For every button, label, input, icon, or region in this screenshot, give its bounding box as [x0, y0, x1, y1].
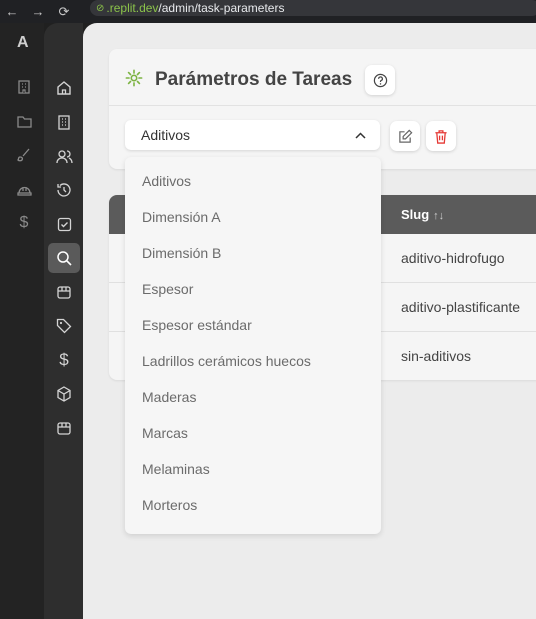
reload-icon[interactable]: ⟳: [55, 4, 73, 20]
browser-toolbar: ← → ⟳ ⊘ .replit.dev /admin/task-paramete…: [0, 0, 536, 23]
edit-icon: [398, 129, 412, 143]
column-header-slug[interactable]: Slug ↑↓: [401, 207, 444, 222]
back-icon[interactable]: ←: [3, 4, 21, 19]
app-logo: A: [17, 34, 29, 51]
history-icon[interactable]: [48, 175, 80, 205]
users-icon[interactable]: [48, 141, 80, 171]
link-icon: ⊘: [96, 2, 105, 14]
help-button[interactable]: [365, 65, 396, 95]
dropdown-option[interactable]: Dimensión A: [142, 209, 221, 225]
slug-cell: aditivo-plastificante: [401, 299, 521, 315]
building-icon[interactable]: [16, 79, 32, 95]
inner-sidebar: $: [44, 23, 83, 619]
search-icon[interactable]: [48, 243, 80, 273]
dropdown-option[interactable]: Morteros: [142, 497, 197, 513]
dropdown-option[interactable]: Espesor: [142, 281, 193, 297]
package-icon[interactable]: [48, 379, 80, 409]
checkbox-icon[interactable]: [48, 209, 80, 239]
dropdown-option[interactable]: Ladrillos cerámicos huecos: [142, 353, 311, 369]
main-content: Parámetros de Tareas Aditivos Slug ↑↓ adi…: [83, 23, 536, 619]
brush-icon[interactable]: [16, 147, 32, 163]
trash-icon: [435, 129, 447, 144]
chevron-up-icon: [355, 131, 366, 139]
folder-icon[interactable]: [16, 113, 32, 129]
select-value: Aditivos: [141, 127, 191, 143]
page-title: Parámetros de Tareas: [155, 69, 353, 90]
store-icon[interactable]: [48, 413, 80, 443]
home-icon[interactable]: [48, 73, 80, 103]
slug-cell: sin-aditivos: [401, 348, 472, 364]
sort-icon[interactable]: ↑↓: [433, 210, 444, 222]
edit-button[interactable]: [390, 121, 420, 151]
tag-icon[interactable]: [48, 311, 80, 341]
dropdown-option[interactable]: Espesor estándar: [142, 317, 252, 333]
forward-icon[interactable]: →: [29, 4, 47, 19]
delete-button[interactable]: [426, 121, 456, 151]
building-icon[interactable]: [48, 107, 80, 137]
outer-sidebar: A $: [0, 23, 44, 619]
parameter-dropdown: Aditivos Dimensión A Dimensión B Espesor…: [125, 157, 381, 534]
parameters-card: Parámetros de Tareas Aditivos: [109, 49, 536, 169]
dropdown-option[interactable]: Melaminas: [142, 461, 210, 477]
dollar-icon[interactable]: $: [16, 214, 32, 231]
dropdown-option[interactable]: Maderas: [142, 389, 196, 405]
dropdown-option[interactable]: Marcas: [142, 425, 188, 441]
dropdown-option[interactable]: Aditivos: [142, 173, 191, 189]
store-icon[interactable]: [48, 277, 80, 307]
divider: [109, 105, 536, 106]
parameter-select[interactable]: Aditivos: [125, 120, 380, 150]
hardhat-icon[interactable]: [16, 181, 32, 197]
gear-icon: [125, 69, 143, 92]
url-domain: .replit.dev: [106, 1, 159, 15]
help-icon: [373, 73, 387, 87]
page-header: Parámetros de Tareas: [125, 65, 396, 95]
url-bar[interactable]: ⊘ .replit.dev /admin/task-parameters: [90, 0, 536, 16]
slug-cell: aditivo-hidrofugo: [401, 250, 505, 266]
url-path: /admin/task-parameters: [158, 1, 285, 15]
dollar-icon[interactable]: $: [48, 345, 80, 375]
dropdown-option[interactable]: Dimensión B: [142, 245, 221, 261]
